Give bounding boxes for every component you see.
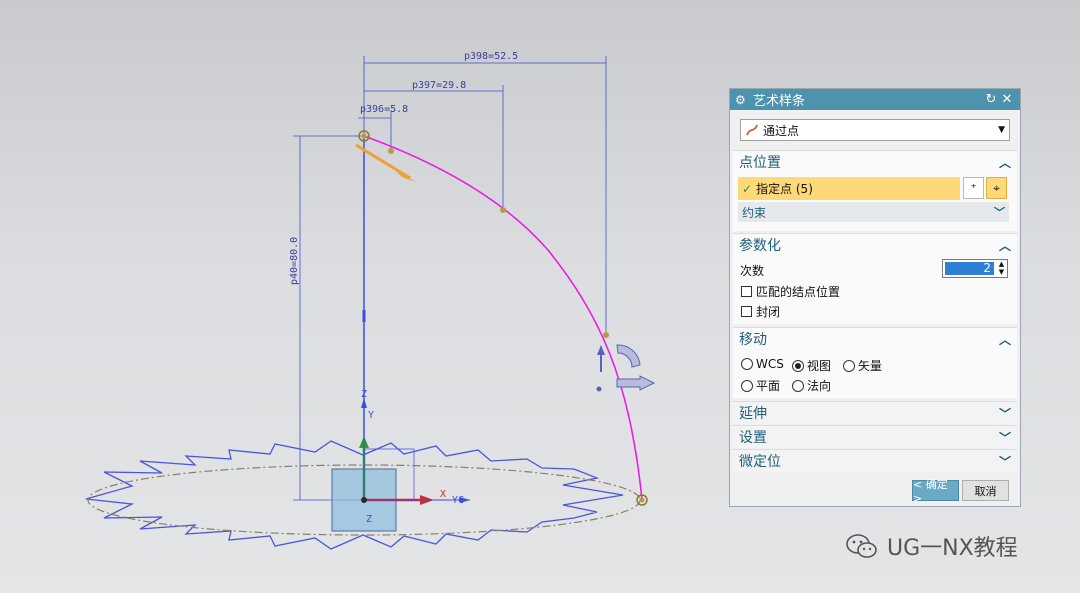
point-constructor-icon: ⁺	[970, 181, 977, 195]
section-title: 微定位	[739, 454, 781, 470]
section-fine-position[interactable]: 微定位 ﹀	[733, 449, 1017, 472]
axis-label-y: Y	[368, 410, 374, 421]
radio-label: 法向	[807, 379, 832, 393]
dialog-titlebar[interactable]: ⚙ 艺术样条 ↻ ✕	[730, 89, 1020, 110]
tangent-handle[interactable]	[355, 143, 416, 182]
specify-point-row[interactable]: ✓ 指定点 (5)	[738, 177, 960, 200]
radio-circle[interactable]	[843, 359, 855, 372]
radio-circle[interactable]	[792, 379, 804, 392]
degree-label: 次数	[740, 264, 765, 278]
radio-circle[interactable]	[792, 359, 804, 372]
constraint-subsection[interactable]: 约束 ﹀	[738, 202, 1009, 222]
radio-view[interactable]: 视图	[792, 357, 831, 374]
watermark: UG一NX教程	[845, 530, 1018, 562]
spinner-arrows-icon[interactable]: ▲ ▼	[996, 260, 1007, 277]
axis-label-z: Z	[366, 514, 372, 525]
chevron-up-icon: ︿	[998, 238, 1011, 253]
section-header-parameterization[interactable]: 参数化 ︿	[733, 234, 1017, 256]
checkmark-icon: ✓	[742, 181, 753, 196]
spline-type-icon	[746, 124, 758, 136]
section-header-move[interactable]: 移动 ︿	[733, 328, 1017, 350]
move-manipulator[interactable]	[596, 344, 656, 392]
radio-plane[interactable]: 平面	[741, 377, 780, 394]
axis-label-yc: YC	[452, 495, 464, 506]
art-spline-dialog: ⚙ 艺术样条 ↻ ✕ 通过点 ▼ 点位置 ︿ ✓ 指定点 (5) ⁺ ⌖ 约束 …	[729, 88, 1021, 507]
checkbox-box[interactable]	[741, 306, 752, 317]
section-settings[interactable]: 设置 ﹀	[733, 425, 1017, 448]
section-header-extend[interactable]: 延伸 ﹀	[733, 402, 1017, 424]
closed-checkbox[interactable]: 封闭	[741, 303, 780, 320]
dialog-title: 艺术样条	[753, 94, 806, 109]
crosshair-icon: ⌖	[993, 180, 1000, 195]
dim-p396[interactable]: p396=5.8	[360, 104, 408, 115]
point-dialog-button[interactable]: ⁺	[963, 177, 984, 199]
section-title: 设置	[739, 430, 767, 446]
closed-label: 封闭	[756, 305, 781, 319]
section-extend[interactable]: 延伸 ﹀	[733, 401, 1017, 424]
type-combo[interactable]: 通过点 ▼	[740, 119, 1010, 141]
dim-p40[interactable]: p40=80.0	[289, 237, 300, 285]
degree-spinner[interactable]: 2 ▲ ▼	[942, 259, 1008, 278]
cancel-button[interactable]: 取消	[962, 480, 1009, 501]
chevron-up-icon: ︿	[998, 332, 1011, 347]
section-header-settings[interactable]: 设置 ﹀	[733, 426, 1017, 448]
constraint-label: 约束	[742, 205, 767, 220]
radio-circle[interactable]	[741, 379, 753, 392]
wechat-icon	[846, 534, 877, 558]
gear-icon: ⚙	[735, 92, 746, 107]
checkbox-box[interactable]	[741, 286, 752, 297]
chevron-down-icon: ﹀	[998, 430, 1011, 445]
point-snap-button[interactable]: ⌖	[986, 177, 1007, 199]
radio-normal[interactable]: 法向	[792, 377, 831, 394]
type-combo-value: 通过点	[763, 123, 800, 138]
radio-label: WCS	[756, 357, 784, 371]
close-icon[interactable]: ✕	[999, 92, 1015, 107]
radio-label: 平面	[756, 379, 781, 393]
radio-label: 矢量	[858, 359, 883, 373]
chevron-up-icon: ︿	[998, 155, 1011, 170]
degree-value[interactable]: 2	[945, 262, 994, 275]
section-title: 点位置	[739, 155, 781, 171]
match-knots-checkbox[interactable]: 匹配的结点位置	[741, 283, 840, 300]
section-header-fine-position[interactable]: 微定位 ﹀	[733, 450, 1017, 472]
dimension-lines	[293, 56, 607, 501]
section-title: 延伸	[739, 406, 767, 422]
chevron-down-icon: ﹀	[994, 206, 1005, 219]
section-header-point-position[interactable]: 点位置 ︿	[733, 151, 1017, 173]
section-title: 参数化	[739, 238, 781, 254]
match-knots-label: 匹配的结点位置	[756, 285, 841, 299]
radio-label: 视图	[807, 359, 832, 373]
watermark-text: UG一NX教程	[887, 536, 1018, 561]
reset-icon[interactable]: ↻	[983, 92, 999, 107]
axis-label-zc: Z	[361, 389, 367, 400]
chevron-down-icon: ﹀	[998, 406, 1011, 421]
dim-p398[interactable]: p398=52.5	[464, 51, 518, 62]
ok-button[interactable]: < 确定 >	[912, 478, 959, 505]
chevron-down-icon: ﹀	[998, 454, 1011, 469]
axis-label-x: X	[440, 489, 446, 500]
radio-vector[interactable]: 矢量	[843, 357, 882, 374]
chevron-down-icon: ▼	[998, 125, 1005, 135]
radio-wcs[interactable]: WCS	[741, 357, 784, 371]
section-title: 移动	[739, 332, 767, 348]
specify-point-label: 指定点 (5)	[756, 182, 813, 196]
radio-circle[interactable]	[741, 358, 753, 370]
dim-p397[interactable]: p397=29.8	[412, 80, 466, 91]
